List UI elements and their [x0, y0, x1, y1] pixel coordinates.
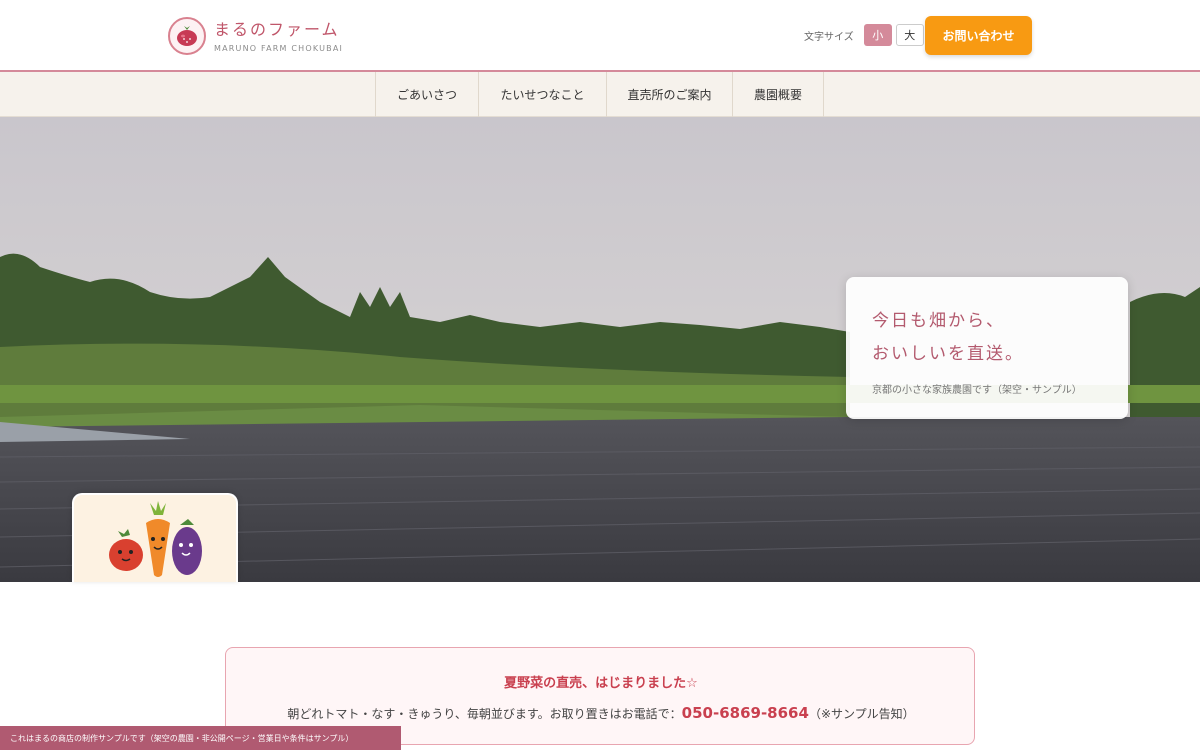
font-size-label: 文字サイズ: [804, 31, 854, 43]
notice-body-text: 朝どれトマト・なす・きゅうり、毎朝並びます。お取り置きはお電話で：: [287, 707, 682, 721]
logo-subtitle: MARUNO FARM CHOKUBAI: [214, 43, 344, 53]
font-size-small-button[interactable]: 小: [863, 24, 892, 46]
font-size-switcher: 文字サイズ 小 大: [804, 24, 924, 46]
hero-headline-line2: おいしいを直送。: [872, 344, 1024, 364]
site-header: まるのファーム MARUNO FARM CHOKUBAI 文字サイズ 小 大 お…: [0, 0, 1200, 72]
hero-message-card: 今日も畑から、 おいしいを直送。 京都の小さな家族農園です（架空・サンプル）: [846, 277, 1128, 419]
hero-subtext: 京都の小さな家族農園です（架空・サンプル）: [872, 385, 1082, 396]
notice-body: 朝どれトマト・なす・きゅうり、毎朝並びます。お取り置きはお電話で：050-686…: [226, 704, 976, 722]
logo-title: まるのファーム: [214, 19, 340, 39]
sample-disclaimer-banner: これはまるの商店の制作サンプルです（架空の農園・非公開ページ・営業日や条件はサン…: [0, 726, 401, 750]
nav-item-greeting[interactable]: ごあいさつ: [375, 72, 478, 117]
site-logo[interactable]: まるのファーム MARUNO FARM CHOKUBAI: [168, 16, 343, 56]
nav-item-values[interactable]: たいせつなこと: [478, 72, 606, 117]
contact-button[interactable]: お問い合わせ: [925, 16, 1032, 55]
hero-headline-line1: 今日も畑から、: [872, 311, 1005, 331]
nav-item-shop-guide[interactable]: 直売所のご案内: [606, 72, 732, 117]
notice-title: 夏野菜の直売、はじまりました☆: [504, 676, 698, 691]
tomato-icon: [168, 17, 206, 55]
main-nav: ごあいさつ たいせつなこと 直売所のご案内 農園概要: [0, 72, 1200, 117]
vegetable-characters-illustration: [72, 493, 238, 582]
notice-phone-number[interactable]: 050-6869-8664: [682, 704, 809, 722]
nav-item-farm-overview[interactable]: 農園概要: [732, 72, 824, 117]
font-size-large-button[interactable]: 大: [895, 24, 924, 46]
notice-sample-note: （※サンプル告知）: [808, 707, 915, 721]
